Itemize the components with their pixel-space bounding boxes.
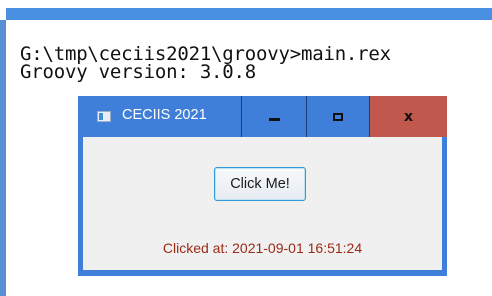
clicked-at-status: Clicked at: 2021-09-01 16:51:24 [162, 240, 363, 256]
maximize-button[interactable] [306, 96, 369, 137]
app-window: CECIIS 2021 x Click Me! Clicked at: 2021… [78, 96, 447, 276]
close-icon: x [403, 108, 414, 125]
minimize-icon [268, 118, 280, 121]
console-version-line: Groovy version: 3.0.8 [20, 61, 257, 83]
app-window-icon [97, 111, 111, 122]
close-button[interactable]: x [369, 96, 447, 137]
console-top-bar [0, 0, 492, 20]
window-client-area: Click Me! Clicked at: 2021-09-01 16:51:2… [83, 137, 442, 270]
maximize-icon [333, 112, 343, 121]
minimize-button[interactable] [241, 96, 306, 137]
window-titlebar[interactable]: CECIIS 2021 x [78, 96, 447, 137]
console-top-accent [6, 8, 492, 20]
click-me-button[interactable]: Click Me! [214, 167, 306, 201]
window-title: CECIIS 2021 [122, 107, 207, 123]
